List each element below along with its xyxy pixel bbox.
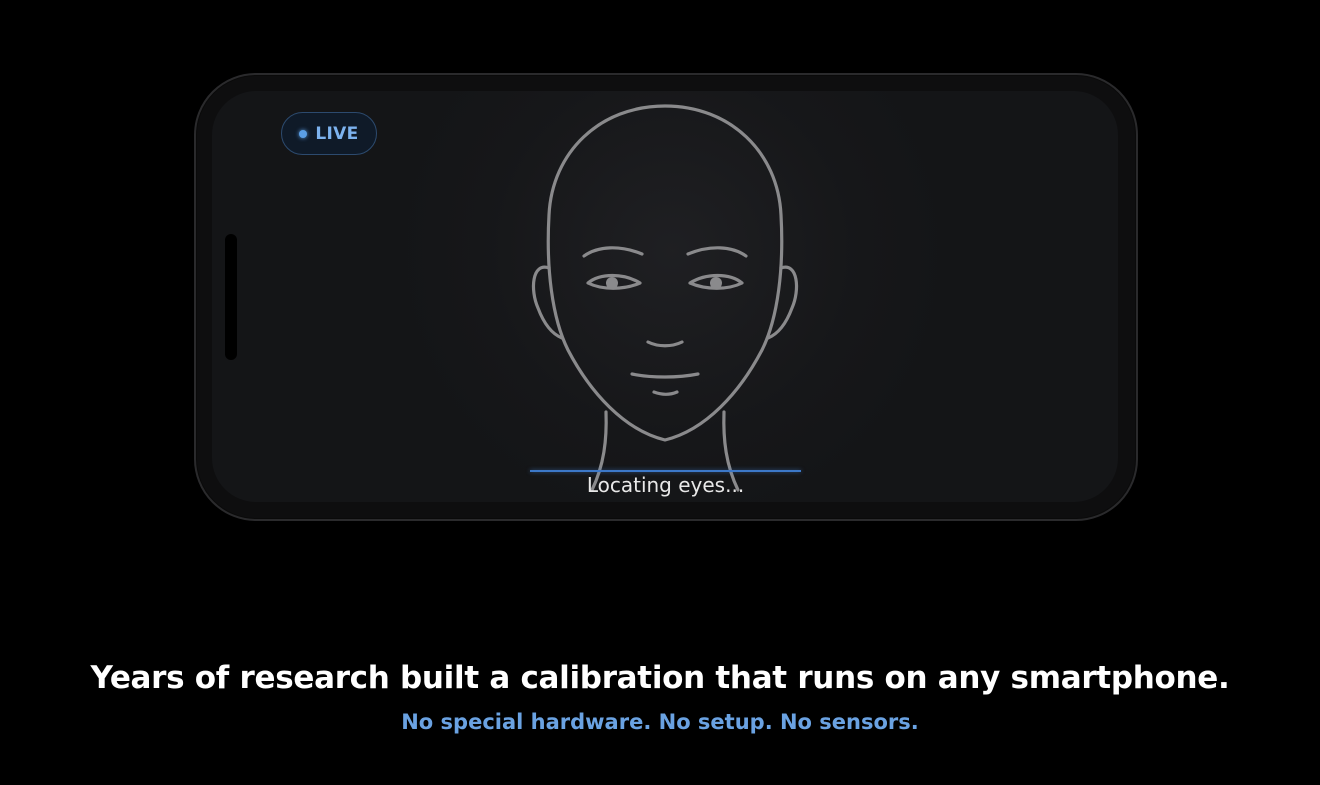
status-text: Locating eyes... [586,473,745,497]
live-badge: LIVE [281,112,377,155]
live-badge-label: LIVE [315,123,359,144]
face-outline-icon [531,104,799,492]
caption-headline: Years of research built a calibration th… [90,660,1230,696]
phone-side-button [225,234,237,360]
caption-subline: No special hardware. No setup. No sensor… [401,710,919,734]
live-dot-icon [299,129,308,138]
